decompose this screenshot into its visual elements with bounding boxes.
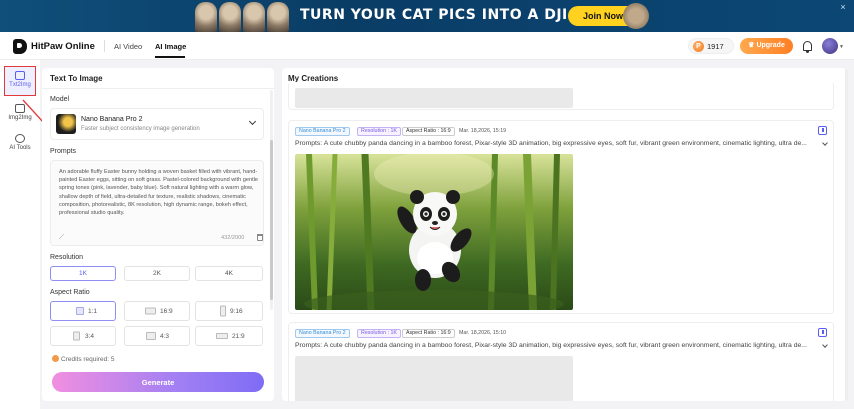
magic-wand-icon[interactable]: ⟋ [59, 234, 64, 242]
aspect-16-9-button[interactable]: 16:9 [124, 301, 190, 321]
creation-card: Nano Banana Pro 2 Resolution : 1K Aspect… [288, 322, 834, 401]
creation-date: Mar. 18,2026, 15:19 [459, 128, 507, 134]
prompts-label: Prompts [50, 148, 77, 155]
aspect-1-1-button[interactable]: 1:1 [50, 301, 116, 321]
landscape-ratio-icon [146, 332, 156, 340]
aspect-label: 3:4 [85, 333, 95, 340]
portrait-ratio-icon [73, 331, 80, 341]
aspect-label: 1:1 [88, 308, 98, 315]
aspect-ratio-tag: Aspect Ratio : 16:9 [402, 127, 455, 136]
aspect-ratio-tag: Aspect Ratio : 16:9 [402, 329, 455, 338]
panel-divider [42, 88, 274, 89]
close-banner-icon[interactable]: × [838, 2, 848, 12]
nav-divider [104, 40, 105, 52]
panel-title: Text To Image [50, 74, 103, 83]
coin-icon [52, 355, 59, 362]
landscape-ratio-icon [145, 307, 156, 315]
top-header: HitPaw Online AI Video AI Image P 1917 ♛… [0, 32, 854, 60]
generate-button[interactable]: Generate [52, 372, 264, 392]
creations-scrollbar[interactable] [845, 70, 848, 400]
model-description: Faster subject consistency image generat… [81, 126, 200, 132]
portrait-ratio-icon [220, 305, 226, 317]
caret-down-icon[interactable]: ▼ [839, 44, 844, 50]
nav-tab-ai-image[interactable]: AI Image [155, 42, 186, 51]
bell-icon[interactable] [803, 41, 812, 53]
generated-panda-image[interactable] [295, 154, 573, 310]
nav-tab-ai-video[interactable]: AI Video [114, 42, 142, 51]
rail-item-label: Txt2Img [9, 82, 31, 88]
aspect-label: 21:9 [232, 333, 245, 340]
image-placeholder [295, 356, 573, 401]
creation-prompt: Prompts: A cute chubby panda dancing in … [295, 342, 807, 349]
model-select[interactable]: Nano Banana Pro 2 Faster subject consist… [50, 108, 264, 140]
avatar[interactable] [822, 38, 838, 54]
coin-icon: P [693, 41, 704, 52]
rail-item-txt2img[interactable]: Txt2Img [4, 66, 36, 96]
credits-count: 1917 [707, 42, 724, 51]
banner-dji-image [623, 3, 649, 29]
crown-icon: ♛ [748, 42, 755, 49]
wide-ratio-icon [216, 333, 228, 339]
aspect-21-9-button[interactable]: 21:9 [195, 326, 263, 346]
model-tag: Nano Banana Pro 2 [295, 127, 350, 136]
aspect-ratio-label: Aspect Ratio [50, 289, 90, 296]
my-creations-panel: My Creations Nano Banana Pro 2 Resolutio… [282, 68, 846, 401]
download-icon[interactable] [818, 328, 827, 337]
upgrade-button[interactable]: ♛ Upgrade [740, 38, 793, 54]
image-placeholder [295, 88, 573, 108]
square-ratio-icon [76, 307, 84, 315]
text-to-image-panel: Text To Image Model Nano Banana Pro 2 Fa… [42, 68, 274, 401]
char-counter: 432/2000 [221, 235, 245, 241]
text-image-icon [15, 71, 25, 80]
model-name: Nano Banana Pro 2 [81, 116, 143, 123]
aspect-label: 4:3 [160, 333, 170, 340]
chevron-down-icon[interactable] [822, 140, 828, 146]
resolution-2k-button[interactable]: 2K [124, 266, 190, 281]
resolution-tag: Resolution : 1K [357, 329, 401, 338]
aspect-3-4-button[interactable]: 3:4 [50, 326, 116, 346]
rail-item-label: AI Tools [9, 145, 31, 151]
promo-banner[interactable]: TURN YOUR CAT PICS INTO A DJI Join Now × [0, 0, 854, 32]
resolution-4k-button[interactable]: 4K [195, 266, 263, 281]
creation-card: Nano Banana Pro 2 Resolution : 1K Aspect… [288, 120, 834, 314]
creation-date: Mar. 18,2026, 15:10 [459, 330, 507, 336]
active-tab-underline [155, 56, 185, 58]
creation-card [288, 82, 834, 110]
download-icon[interactable] [818, 126, 827, 135]
aspect-label: 16:9 [160, 308, 173, 315]
chevron-down-icon[interactable] [822, 342, 828, 348]
model-tag: Nano Banana Pro 2 [295, 329, 350, 338]
banner-cat-images [195, 0, 289, 32]
logo-icon[interactable] [13, 39, 27, 54]
creation-prompt: Prompts: A cute chubby panda dancing in … [295, 140, 807, 147]
aspect-4-3-button[interactable]: 4:3 [124, 326, 190, 346]
resolution-1k-button[interactable]: 1K [50, 266, 116, 281]
banner-headline: TURN YOUR CAT PICS INTO A DJI [300, 7, 568, 23]
logo-text[interactable]: HitPaw Online [31, 41, 95, 52]
prompt-textarea[interactable]: An adorable fluffy Easter bunny holding … [50, 160, 264, 246]
model-label: Model [50, 96, 70, 103]
aspect-label: 9:16 [230, 308, 243, 315]
chevron-down-icon [248, 117, 257, 126]
model-thumbnail [56, 114, 76, 134]
prompt-text: An adorable fluffy Easter bunny holding … [59, 169, 259, 217]
aspect-9-16-button[interactable]: 9:16 [195, 301, 263, 321]
resolution-tag: Resolution : 1K [357, 127, 401, 136]
resolution-label: Resolution [50, 254, 84, 261]
panel-scrollbar-thumb[interactable] [270, 140, 273, 300]
upgrade-label: Upgrade [756, 42, 785, 49]
trash-icon[interactable] [257, 234, 263, 241]
credits-required-text: Credits required: 5 [61, 356, 115, 363]
credits-required: Credits required: 5 [52, 355, 114, 363]
credits-balance[interactable]: P 1917 [688, 38, 734, 54]
